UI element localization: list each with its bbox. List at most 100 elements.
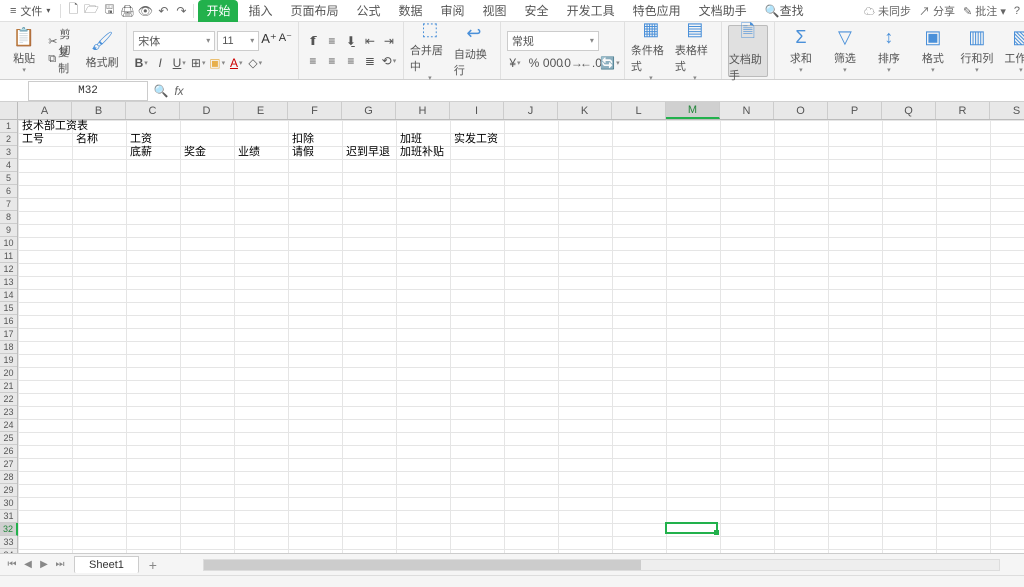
tab-dev[interactable]: 开发工具	[559, 0, 623, 22]
search-btn[interactable]: 🔍查找	[757, 0, 812, 22]
align-bottom-icon[interactable]: ⬇̱	[343, 33, 359, 49]
fx-icon[interactable]: fx	[170, 84, 188, 98]
col-header[interactable]: I	[450, 102, 504, 119]
row-header[interactable]: 11	[0, 250, 17, 263]
indent-inc-icon[interactable]: ⇥	[381, 33, 397, 49]
sync-status[interactable]: ☁ 未同步	[864, 3, 911, 19]
merge-button[interactable]: ⬚合并居中▾	[410, 25, 450, 77]
row-header[interactable]: 13	[0, 276, 17, 289]
row-header[interactable]: 30	[0, 497, 17, 510]
font-color-icon[interactable]: A	[228, 55, 244, 71]
align-center-icon[interactable]: ≡	[324, 53, 340, 69]
share-btn[interactable]: ↗ 分享	[919, 3, 955, 19]
table-style-button[interactable]: ▤表格样式▾	[675, 25, 715, 77]
row-header[interactable]: 27	[0, 458, 17, 471]
numfmt-combo[interactable]: 常规▾	[507, 31, 599, 51]
col-header[interactable]: Q	[882, 102, 936, 119]
qat-undo-icon[interactable]: ↶	[155, 3, 171, 19]
cell[interactable]: 加班补贴	[398, 146, 446, 159]
row-header[interactable]: 21	[0, 380, 17, 393]
col-header[interactable]: D	[180, 102, 234, 119]
qat-save-icon[interactable]: 🖫	[101, 3, 117, 19]
col-header[interactable]: E	[234, 102, 288, 119]
col-header[interactable]: B	[72, 102, 126, 119]
border-icon[interactable]: ⊞	[190, 55, 206, 71]
row-header[interactable]: 23	[0, 406, 17, 419]
col-header[interactable]: L	[612, 102, 666, 119]
col-header[interactable]: J	[504, 102, 558, 119]
row-header[interactable]: 33	[0, 536, 17, 549]
col-header[interactable]: A	[18, 102, 72, 119]
fill-color-icon[interactable]: ▣	[209, 55, 225, 71]
add-sheet-button[interactable]: +	[143, 557, 163, 573]
tab-insert[interactable]: 插入	[240, 0, 280, 22]
help-icon[interactable]: ?	[1014, 5, 1020, 17]
col-header[interactable]: G	[342, 102, 396, 119]
font-combo[interactable]: 宋体▾	[133, 31, 215, 51]
row-header[interactable]: 29	[0, 484, 17, 497]
cells[interactable]: 技术部工资表工号名称工资扣除加班实发工资底薪奖金业绩请假迟到早退加班补贴	[18, 120, 1024, 564]
row-header[interactable]: 17	[0, 328, 17, 341]
qat-redo-icon[interactable]: ↷	[173, 3, 189, 19]
row-header[interactable]: 5	[0, 172, 17, 185]
cell[interactable]: 业绩	[236, 146, 262, 159]
row-header[interactable]: 26	[0, 445, 17, 458]
col-header[interactable]: O	[774, 102, 828, 119]
h-scrollbar[interactable]	[203, 559, 1000, 571]
row-header[interactable]: 20	[0, 367, 17, 380]
col-header[interactable]: C	[126, 102, 180, 119]
align-middle-icon[interactable]: ≡	[324, 33, 340, 49]
align-justify-icon[interactable]: ≣	[362, 53, 378, 69]
col-header[interactable]: H	[396, 102, 450, 119]
col-header[interactable]: R	[936, 102, 990, 119]
inc-decimal-icon[interactable]: .0→	[564, 55, 580, 71]
row-header[interactable]: 32	[0, 523, 18, 536]
format-painter-button[interactable]: 🖌格式刷	[84, 25, 120, 77]
col-header[interactable]: N	[720, 102, 774, 119]
italic-icon[interactable]: I	[152, 55, 168, 71]
cell[interactable]: 工号	[20, 133, 46, 146]
sort-button[interactable]: ↕排序▾	[869, 25, 909, 77]
cell[interactable]: 请假	[290, 146, 316, 159]
cell[interactable]: 底薪	[128, 146, 154, 159]
col-header[interactable]: M	[666, 102, 720, 119]
align-left-icon[interactable]: ≡	[305, 53, 321, 69]
row-header[interactable]: 12	[0, 263, 17, 276]
percent-icon[interactable]: %	[526, 55, 542, 71]
row-header[interactable]: 18	[0, 341, 17, 354]
row-header[interactable]: 31	[0, 510, 17, 523]
row-header[interactable]: 15	[0, 302, 17, 315]
qat-print-icon[interactable]: 🖨	[119, 3, 135, 19]
file-menu[interactable]: ≡ 文件 ▾	[4, 2, 56, 20]
cell[interactable]: 加班	[398, 133, 424, 146]
row-header[interactable]: 2	[0, 133, 17, 146]
cell[interactable]: 迟到早退	[344, 146, 392, 159]
row-header[interactable]: 7	[0, 198, 17, 211]
col-header[interactable]: S	[990, 102, 1024, 119]
underline-icon[interactable]: U	[171, 55, 187, 71]
sheet-nav-first-icon[interactable]: ⏮	[4, 557, 20, 573]
row-header[interactable]: 1	[0, 120, 17, 133]
row-header[interactable]: 6	[0, 185, 17, 198]
tab-review[interactable]: 审阅	[433, 0, 473, 22]
cell[interactable]: 扣除	[290, 133, 316, 146]
grow-font-icon[interactable]: A⁺	[261, 31, 277, 51]
tab-start[interactable]: 开始	[198, 0, 238, 22]
currency-icon[interactable]: ¥	[507, 55, 523, 71]
col-header[interactable]: F	[288, 102, 342, 119]
sheet-nav-last-icon[interactable]: ⏭	[52, 557, 68, 573]
row-header[interactable]: 14	[0, 289, 17, 302]
indent-dec-icon[interactable]: ⇤	[362, 33, 378, 49]
formula-input[interactable]	[188, 81, 1024, 101]
row-header[interactable]: 8	[0, 211, 17, 224]
qat-open-icon[interactable]: 🗁	[83, 3, 99, 19]
orientation-icon[interactable]: ⟲	[381, 53, 397, 69]
name-box[interactable]: M32	[28, 81, 148, 101]
paste-button[interactable]: 📋粘贴▾	[6, 25, 42, 77]
sheet-nav-next-icon[interactable]: ▶	[36, 557, 52, 573]
bold-icon[interactable]: B	[133, 55, 149, 71]
type-convert-icon[interactable]: 🔄	[602, 55, 618, 71]
align-right-icon[interactable]: ≡	[343, 53, 359, 69]
qat-new-icon[interactable]: 🗋	[65, 3, 81, 19]
clear-format-icon[interactable]: ◇	[247, 55, 263, 71]
